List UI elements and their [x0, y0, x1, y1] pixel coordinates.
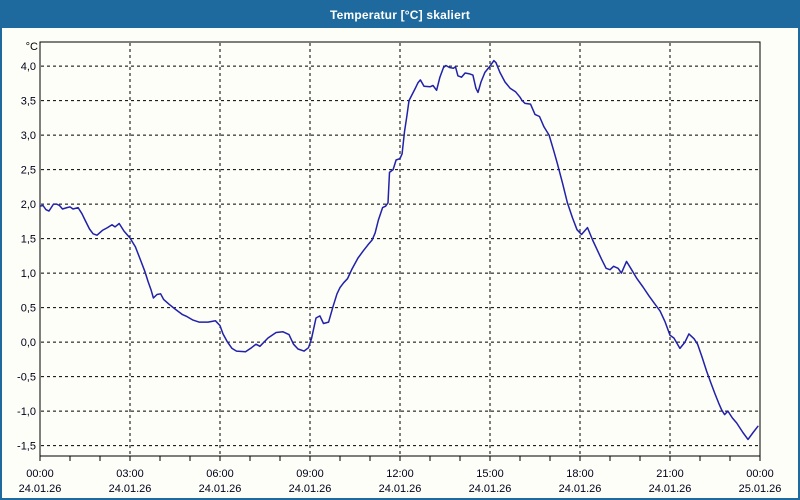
x-tick-time-label: 09:00	[296, 468, 324, 480]
y-tick-label: 3,0	[21, 130, 36, 142]
x-tick-time-label: 00:00	[746, 468, 774, 480]
x-tick-date-label: 25.01.26	[739, 483, 782, 495]
x-tick-time-label: 03:00	[116, 468, 144, 480]
y-tick-label: 3,5	[21, 96, 36, 108]
x-tick-date-label: 24.01.26	[199, 483, 242, 495]
x-tick-date-label: 24.01.26	[379, 483, 422, 495]
temperature-series-line	[39, 59, 759, 441]
x-tick-date-label: 24.01.26	[559, 483, 602, 495]
y-tick-label: 2,5	[21, 165, 36, 177]
x-tick-date-label: 24.01.26	[289, 483, 332, 495]
y-tick-label: 1,5	[21, 234, 36, 246]
x-tick-time-label: 15:00	[476, 468, 504, 480]
chart-area: 4,0 3,5 3,0 2,5 2,0 1,5 1,0 0,5 0,0 -0,5 -1,0 -1,5 0…	[2, 28, 798, 498]
x-tick-time-label: 21:00	[656, 468, 684, 480]
x-tick-time-label: 06:00	[206, 468, 234, 480]
x-tick-date-label: 24.01.26	[469, 483, 512, 495]
x-tick-date-label: 24.01.26	[649, 483, 692, 495]
x-tick-time-label: 00:00	[26, 468, 54, 480]
app-window: Temperatur [°C] skaliert 4,0 3,5 3,0 2,5 2,0…	[0, 0, 800, 500]
temperature-line-chart: 4,0 3,5 3,0 2,5 2,0 1,5 1,0 0,5 0,0 -0,5 -1,0 -1,5 0…	[17, 41, 782, 495]
x-tick-date-label: 24.01.26	[19, 483, 62, 495]
y-tick-label: -1,0	[17, 406, 36, 418]
y-tick-label: -1,5	[17, 441, 36, 453]
y-tick-label: 0,0	[21, 337, 36, 349]
y-tick-label: 0,5	[21, 303, 36, 315]
y-tick-label: 1,0	[21, 268, 36, 280]
x-tick-date-label: 24.01.26	[109, 483, 152, 495]
x-tick-time-label: 18:00	[566, 468, 594, 480]
y-tick-label: 2,0	[21, 199, 36, 211]
y-tick-label: 4,0	[21, 61, 36, 73]
window-title-bar[interactable]: Temperatur [°C] skaliert	[2, 2, 798, 28]
y-axis-unit-label: °C	[26, 41, 38, 53]
x-tick-time-label: 12:00	[386, 468, 414, 480]
y-tick-label: -0,5	[17, 372, 36, 384]
window-title: Temperatur [°C] skaliert	[329, 8, 471, 22]
